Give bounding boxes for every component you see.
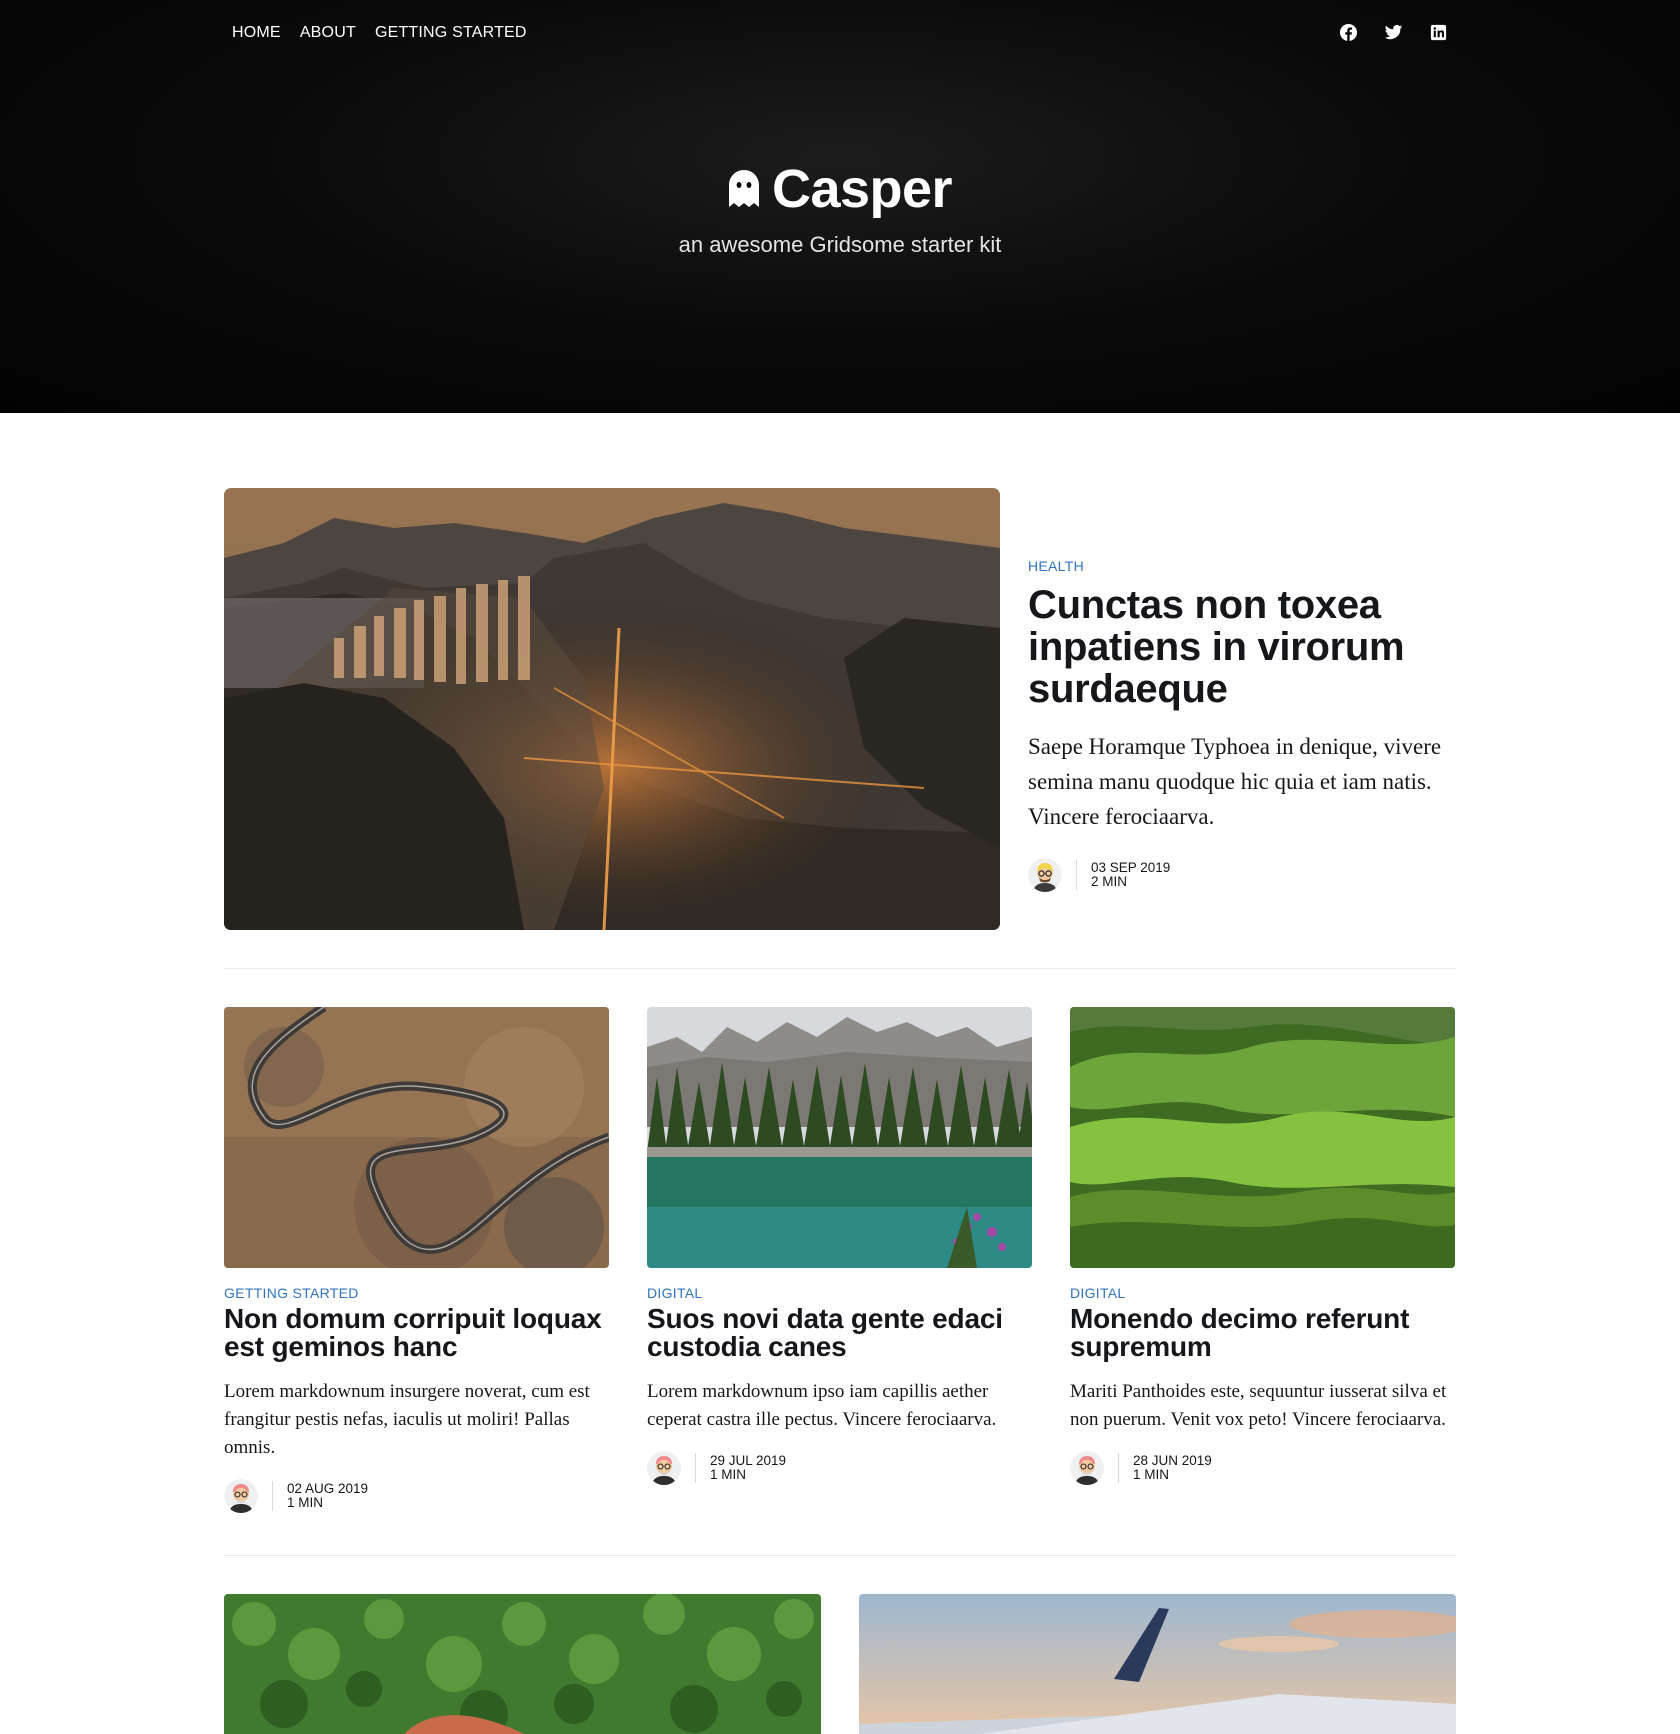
meta-divider	[1118, 1453, 1119, 1483]
ghost-icon	[728, 170, 759, 207]
post-card-image[interactable]	[647, 1007, 1032, 1268]
site-header: HOME ABOUT GETTING STARTED Casper an awe…	[0, 0, 1680, 413]
author-avatar[interactable]	[1028, 858, 1062, 892]
post-card-image[interactable]	[859, 1594, 1456, 1734]
featured-post-title[interactable]: Cunctas non toxea inpatiens in virorum s…	[1028, 584, 1456, 710]
post-excerpt[interactable]: Lorem markdownum insurgere noverat, cum …	[224, 1378, 609, 1462]
post-excerpt[interactable]: Lorem markdownum ipso iam capillis aethe…	[647, 1378, 1032, 1434]
post-card-image[interactable]	[224, 1594, 821, 1734]
meta-divider	[272, 1481, 273, 1511]
post-title[interactable]: Monendo decimo referunt supremum	[1070, 1305, 1455, 1361]
social-links	[1339, 23, 1448, 42]
nav-link-about[interactable]: ABOUT	[300, 24, 356, 42]
post-title[interactable]: Suos novi data gente edaci custodia cane…	[647, 1305, 1032, 1361]
nav-link-home[interactable]: HOME	[232, 24, 281, 42]
post-card: DIGITAL Monendo decimo referunt supremum…	[1070, 1007, 1455, 1513]
post-card: GETTING STARTED Non domum corripuit loqu…	[224, 1007, 609, 1513]
section-divider	[224, 1555, 1456, 1556]
author-avatar[interactable]	[224, 1479, 258, 1513]
post-date: 28 JUN 2019	[1133, 1453, 1212, 1468]
nav-links: HOME ABOUT GETTING STARTED	[232, 24, 527, 42]
post-card-image[interactable]	[224, 1007, 609, 1268]
featured-post-content: HEALTH Cunctas non toxea inpatiens in vi…	[1028, 488, 1456, 892]
post-tag[interactable]: DIGITAL	[647, 1285, 1032, 1301]
post-date: 03 SEP 2019	[1091, 860, 1171, 875]
post-excerpt[interactable]: Mariti Panthoides este, sequuntur iusser…	[1070, 1378, 1455, 1434]
section-divider	[224, 968, 1456, 969]
featured-post-image[interactable]	[224, 488, 1000, 930]
post-meta-text: 03 SEP 2019 2 MIN	[1091, 861, 1170, 889]
linkedin-icon[interactable]	[1429, 23, 1448, 42]
post-grid-bottom	[224, 1594, 1456, 1734]
meta-divider	[1076, 860, 1077, 890]
post-tag[interactable]: GETTING STARTED	[224, 1285, 609, 1301]
post-card: DIGITAL Suos novi data gente edaci custo…	[647, 1007, 1032, 1513]
post-meta-text: 28 JUN 2019 1 MIN	[1133, 1454, 1212, 1482]
nav-link-getting-started[interactable]: GETTING STARTED	[375, 24, 527, 42]
brand: Casper an awesome Gridsome starter kit	[0, 158, 1680, 258]
post-title[interactable]: Non domum corripuit loquax est geminos h…	[224, 1305, 609, 1361]
post-meta-text: 29 JUL 2019 1 MIN	[710, 1454, 786, 1482]
post-meta: 02 AUG 2019 1 MIN	[224, 1479, 609, 1513]
author-avatar[interactable]	[647, 1451, 681, 1485]
post-card-image[interactable]	[1070, 1007, 1455, 1268]
post-meta-text: 02 AUG 2019 1 MIN	[287, 1482, 368, 1510]
reading-time: 1 MIN	[710, 1467, 747, 1482]
facebook-icon[interactable]	[1339, 23, 1358, 42]
post-grid: GETTING STARTED Non domum corripuit loqu…	[224, 1007, 1456, 1513]
reading-time: 1 MIN	[287, 1495, 324, 1510]
post-meta: 03 SEP 2019 2 MIN	[1028, 858, 1456, 892]
post-tag[interactable]: DIGITAL	[1070, 1285, 1455, 1301]
featured-post-excerpt[interactable]: Saepe Horamque Typhoea in denique, viver…	[1028, 729, 1456, 834]
reading-time: 2 MIN	[1091, 874, 1128, 889]
site-title[interactable]: Casper	[772, 158, 953, 220]
post-date: 29 JUL 2019	[710, 1453, 787, 1468]
meta-divider	[695, 1453, 696, 1483]
featured-post-card: HEALTH Cunctas non toxea inpatiens in vi…	[224, 488, 1456, 930]
post-meta: 29 JUL 2019 1 MIN	[647, 1451, 1032, 1485]
top-navigation: HOME ABOUT GETTING STARTED	[232, 23, 1448, 42]
post-date: 02 AUG 2019	[287, 1481, 369, 1496]
post-tag[interactable]: HEALTH	[1028, 558, 1456, 574]
site-description: an awesome Gridsome starter kit	[678, 232, 1002, 257]
twitter-icon[interactable]	[1384, 23, 1403, 42]
reading-time: 1 MIN	[1133, 1467, 1170, 1482]
brand-row: Casper	[728, 158, 953, 220]
post-meta: 28 JUN 2019 1 MIN	[1070, 1451, 1455, 1485]
author-avatar[interactable]	[1070, 1451, 1104, 1485]
